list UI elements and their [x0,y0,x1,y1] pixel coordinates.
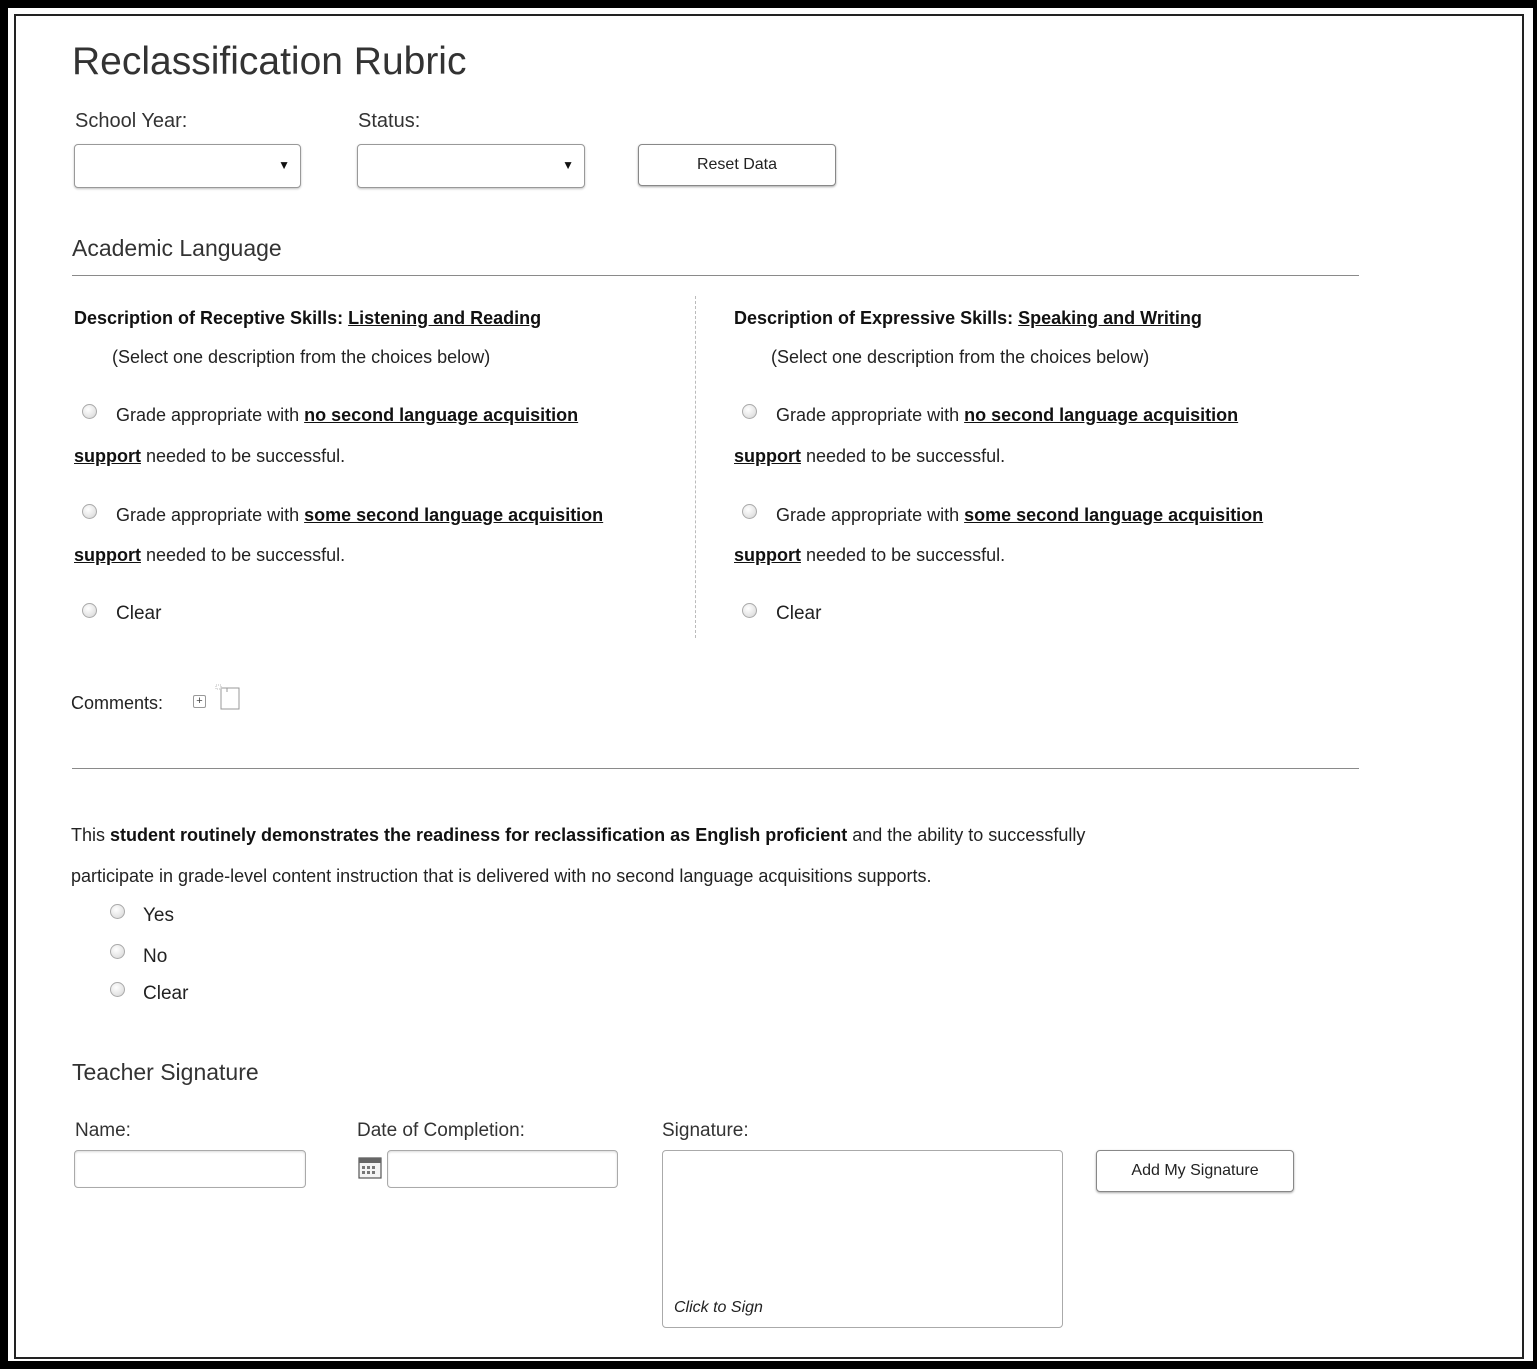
divider [72,275,1359,276]
expressive-option-some-support-line1: Grade appropriate with some second langu… [776,505,1263,526]
option-emphasis: no second language acquisition [964,405,1239,425]
readiness-radio-yes[interactable] [110,904,125,919]
teacher-signature-heading: Teacher Signature [72,1059,259,1085]
receptive-heading-link: Listening and Reading [348,308,542,328]
expressive-radio-clear[interactable] [742,603,757,618]
plus-box-icon[interactable]: + [193,695,206,708]
receptive-clear-label: Clear [116,603,162,624]
divider [72,768,1359,769]
statement-emphasis: student routinely demonstrates the readi… [110,825,848,845]
receptive-skills-heading: Description of Receptive Skills: Listeni… [74,308,541,329]
readiness-radio-no[interactable] [110,944,125,959]
readiness-statement-line1: This student routinely demonstrates the … [71,825,1085,846]
status-label: Status: [358,110,421,132]
receptive-hint: (Select one description from the choices… [112,347,491,367]
caret-down-icon: ▼ [562,158,574,172]
option-text: Grade appropriate with [116,405,305,425]
receptive-option-no-support-line2: support needed to be successful. [74,446,345,467]
signature-pad[interactable]: Click to Sign [662,1150,1063,1328]
receptive-option-some-support-line1: Grade appropriate with some second langu… [116,505,603,526]
option-emphasis: support [74,545,141,565]
option-text: needed to be successful. [141,446,346,466]
statement-text: This [71,825,111,845]
readiness-yes-label: Yes [143,905,174,926]
expressive-skills-heading: Description of Expressive Skills: Speaki… [734,308,1202,329]
readiness-clear-label: Clear [143,983,189,1004]
signature-label: Signature: [662,1120,749,1141]
name-input[interactable] [74,1150,306,1188]
add-my-signature-button[interactable]: Add My Signature [1096,1150,1294,1192]
readiness-statement-line2: participate in grade-level content instr… [71,866,932,886]
comments-label: Comments: [71,693,164,713]
date-of-completion-input[interactable] [387,1150,618,1188]
academic-language-heading: Academic Language [72,235,282,261]
calendar-icon[interactable] [358,1157,382,1179]
option-text: Grade appropriate with [776,405,965,425]
caret-down-icon: ▼ [278,158,290,172]
option-emphasis: no second language acquisition [304,405,579,425]
receptive-radio-clear[interactable] [82,603,97,618]
receptive-option-no-support-line1: Grade appropriate with no second languag… [116,405,578,426]
option-text: needed to be successful. [141,545,346,565]
date-of-completion-label: Date of Completion: [357,1120,525,1141]
click-to-sign-hint: Click to Sign [674,1299,763,1316]
receptive-option-some-support-line2: support needed to be successful. [74,545,345,566]
option-text: needed to be successful. [801,545,1006,565]
note-icon[interactable] [214,684,241,710]
school-year-label: School Year: [75,110,188,132]
option-text: needed to be successful. [801,446,1006,466]
readiness-no-label: No [143,946,168,967]
option-text: Grade appropriate with [776,505,965,525]
status-select[interactable]: ▼ [357,144,585,188]
column-divider [695,296,696,638]
receptive-heading-prefix: Description of Receptive Skills: [74,308,344,328]
expressive-heading-prefix: Description of Expressive Skills: [734,308,1014,328]
option-emphasis: support [734,545,801,565]
name-label: Name: [75,1120,131,1141]
reset-data-button[interactable]: Reset Data [638,144,836,186]
option-emphasis: support [74,446,141,466]
expressive-option-no-support-line1: Grade appropriate with no second languag… [776,405,1238,426]
expressive-clear-label: Clear [776,603,822,624]
option-emphasis: some second language acquisition [304,505,604,525]
expressive-option-some-support-line2: support needed to be successful. [734,545,1005,566]
option-text: Grade appropriate with [116,505,305,525]
school-year-select[interactable]: ▼ [74,144,301,188]
option-emphasis: some second language acquisition [964,505,1264,525]
expressive-option-no-support-line2: support needed to be successful. [734,446,1005,467]
receptive-radio-no-support[interactable] [82,404,97,419]
receptive-radio-some-support[interactable] [82,504,97,519]
statement-text: and the ability to successfully [847,825,1086,845]
page-title: Reclassification Rubric [72,40,467,83]
option-emphasis: support [734,446,801,466]
expressive-heading-link: Speaking and Writing [1018,308,1202,328]
expressive-hint: (Select one description from the choices… [771,347,1150,367]
readiness-radio-clear[interactable] [110,982,125,997]
expressive-radio-no-support[interactable] [742,404,757,419]
expressive-radio-some-support[interactable] [742,504,757,519]
